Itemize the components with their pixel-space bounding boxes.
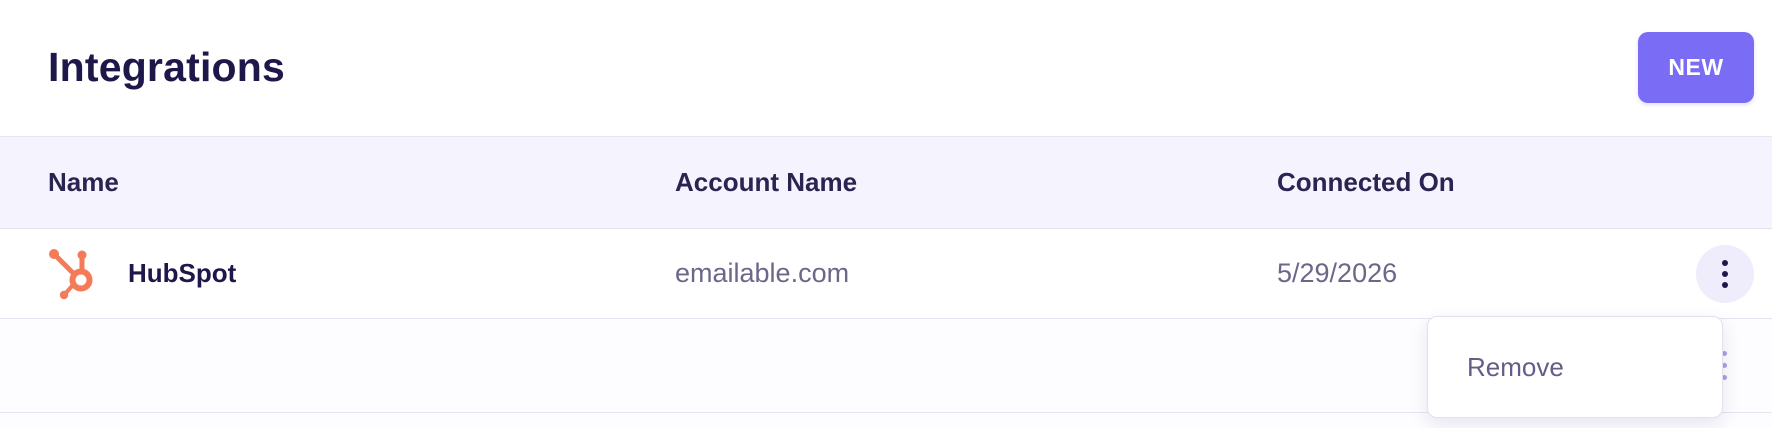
new-integration-button[interactable]: NEW	[1638, 32, 1754, 103]
table-header-row: Name Account Name Connected On	[0, 136, 1772, 229]
page-title: Integrations	[48, 44, 286, 90]
more-vertical-icon-dot	[1722, 271, 1728, 277]
account-name-cell: emailable.com	[675, 258, 850, 288]
column-header-name: Name	[48, 167, 119, 197]
more-vertical-icon-dot	[1722, 282, 1728, 288]
table-row: HubSpot emailable.com 5/29/2026	[0, 229, 1772, 319]
hubspot-logo-icon	[48, 248, 104, 304]
column-header-account-name: Account Name	[675, 167, 858, 197]
page-header: Integrations NEW	[0, 0, 1772, 136]
connected-on-cell: 5/29/2026	[1277, 258, 1398, 288]
integration-name: HubSpot	[128, 258, 237, 288]
integrations-page: Integrations NEW Name Account Name Conne…	[0, 0, 1772, 428]
more-vertical-icon-dot	[1722, 260, 1728, 266]
column-header-connected-on: Connected On	[1277, 167, 1455, 197]
row-actions-menu-button[interactable]	[1696, 245, 1754, 303]
row-actions-dropdown: Remove	[1427, 316, 1723, 418]
menu-item-remove[interactable]: Remove	[1428, 317, 1722, 417]
